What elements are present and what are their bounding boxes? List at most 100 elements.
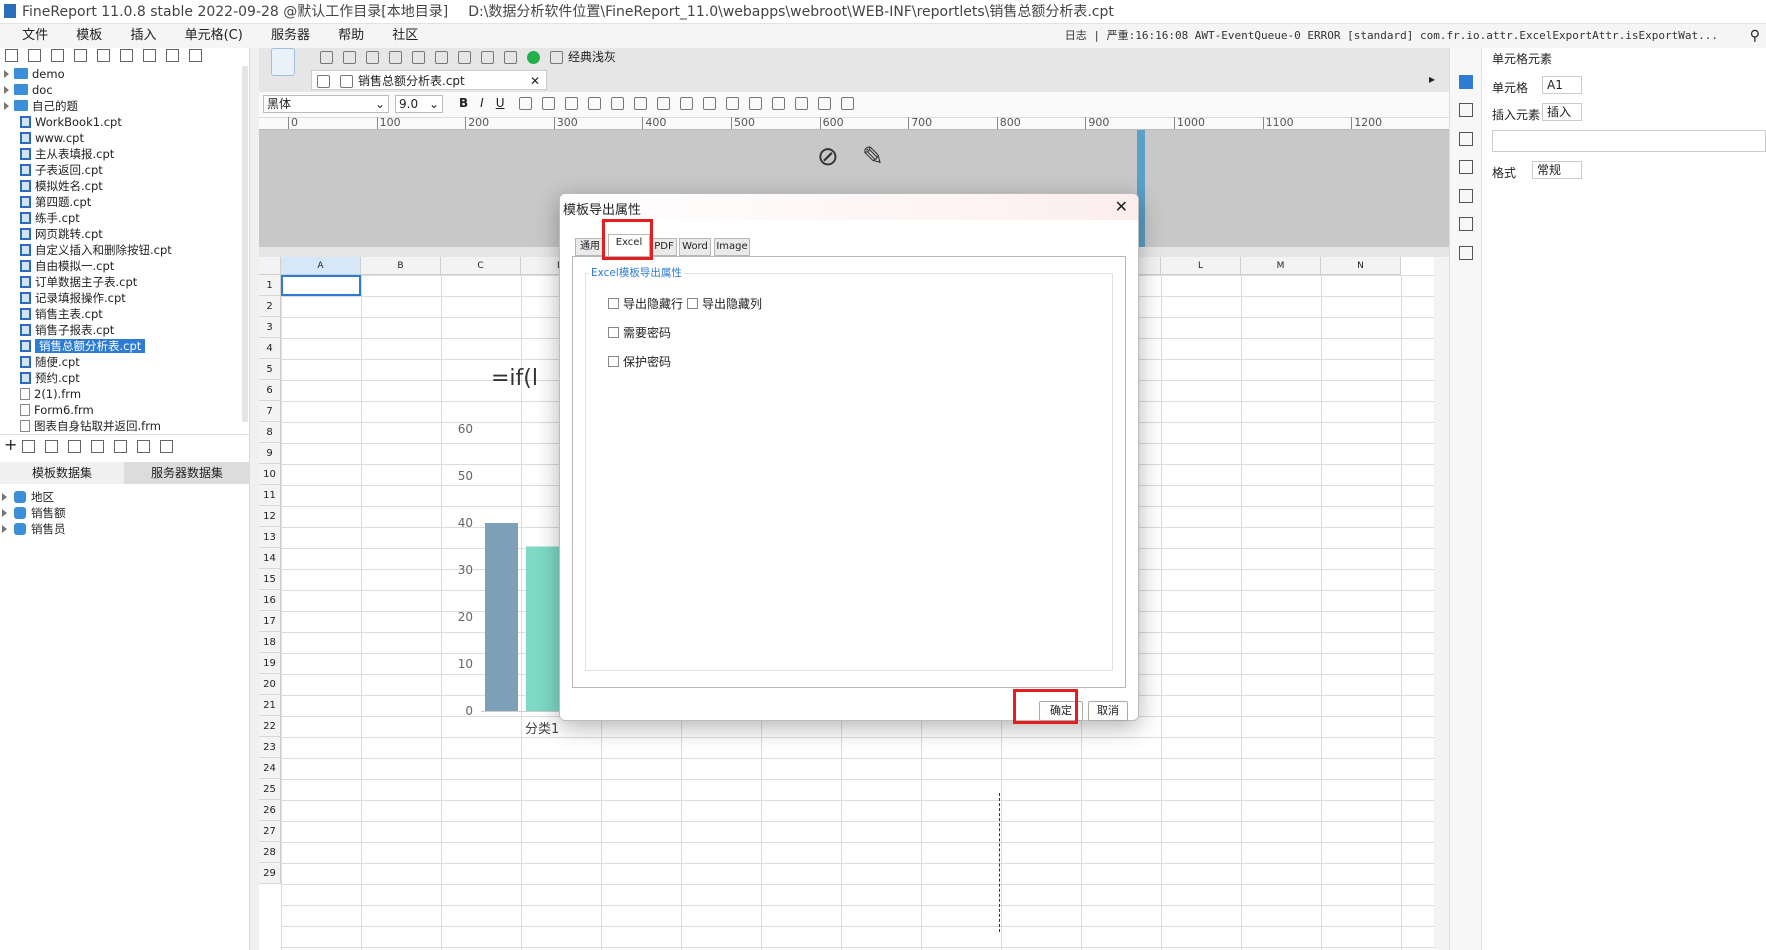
check-icon[interactable]: [527, 51, 540, 64]
protect-password-option[interactable]: 保护密码: [608, 353, 671, 370]
menu-cell[interactable]: 单元格(C): [173, 24, 255, 48]
row-header[interactable]: 11: [259, 485, 281, 506]
cancel-button[interactable]: 取消: [1088, 701, 1128, 721]
unmerge-icon[interactable]: [680, 97, 694, 110]
font-size-select[interactable]: 9.0 ⌄: [395, 95, 443, 113]
insert-chart-icon[interactable]: [749, 97, 763, 110]
font-color-icon[interactable]: [634, 97, 648, 110]
copy-icon[interactable]: [120, 49, 133, 62]
tree-scrollbar[interactable]: [242, 66, 248, 422]
row-header[interactable]: 27: [259, 821, 281, 842]
server-db-icon[interactable]: [137, 440, 151, 453]
collapse-icon[interactable]: [166, 49, 179, 62]
selected-cell-a1[interactable]: [281, 275, 361, 296]
redo-icon[interactable]: [366, 51, 379, 64]
slash-icon[interactable]: [795, 97, 809, 110]
row-header[interactable]: 26: [259, 800, 281, 821]
row-header[interactable]: 23: [259, 737, 281, 758]
theme-icon[interactable]: [550, 51, 563, 64]
column-header[interactable]: M: [1241, 257, 1321, 275]
cell-attr-icon[interactable]: [1459, 103, 1473, 117]
insert-element-field[interactable]: 插入: [1542, 103, 1582, 121]
database-icon[interactable]: [114, 440, 128, 453]
menu-template[interactable]: 模板: [64, 24, 114, 48]
tree-item[interactable]: Form6.frm: [0, 402, 94, 418]
row-header[interactable]: 10: [259, 464, 281, 485]
italic-icon[interactable]: I: [480, 96, 484, 110]
row-header[interactable]: 15: [259, 569, 281, 590]
tree-item[interactable]: 模拟姓名.cpt: [0, 178, 103, 194]
cut-icon[interactable]: [389, 51, 402, 64]
edit-icon[interactable]: [22, 440, 36, 453]
expand-icon[interactable]: [2, 493, 7, 501]
tree-item[interactable]: 销售总额分析表.cpt: [0, 338, 146, 354]
tree-item[interactable]: 自由模拟一.cpt: [0, 258, 114, 274]
row-header[interactable]: 13: [259, 527, 281, 548]
search-tree-icon[interactable]: [189, 49, 202, 62]
tree-item[interactable]: 子表返回.cpt: [0, 162, 103, 178]
border-style-icon[interactable]: [841, 97, 855, 110]
bold-icon[interactable]: B: [459, 96, 468, 110]
row-header[interactable]: 18: [259, 632, 281, 653]
row-header[interactable]: 19: [259, 653, 281, 674]
tree-item[interactable]: 记录填报操作.cpt: [0, 290, 126, 306]
fill-color-icon[interactable]: [611, 97, 625, 110]
tab-menu-icon[interactable]: ▸: [1429, 72, 1435, 86]
row-header[interactable]: 20: [259, 674, 281, 695]
save-icon[interactable]: [320, 51, 333, 64]
row-header[interactable]: 17: [259, 611, 281, 632]
row-header[interactable]: 12: [259, 506, 281, 527]
tree-item[interactable]: 销售主表.cpt: [0, 306, 103, 322]
tree-item[interactable]: 预约.cpt: [0, 370, 80, 386]
menu-help[interactable]: 帮助: [326, 24, 376, 48]
refresh-icon[interactable]: [28, 49, 41, 62]
border-icon[interactable]: [588, 97, 602, 110]
row-header[interactable]: 5: [259, 359, 281, 380]
row-header[interactable]: 4: [259, 338, 281, 359]
menu-community[interactable]: 社区: [380, 24, 430, 48]
close-tab-icon[interactable]: ✕: [530, 71, 540, 91]
dataset-item[interactable]: 地区: [0, 489, 54, 505]
settings-icon[interactable]: [74, 49, 87, 62]
copy-icon[interactable]: [412, 51, 425, 64]
tree-item[interactable]: 销售子报表.cpt: [0, 322, 114, 338]
row-header[interactable]: 14: [259, 548, 281, 569]
tree-item[interactable]: 第四题.cpt: [0, 194, 91, 210]
column-header[interactable]: A: [281, 257, 361, 275]
row-header[interactable]: 2: [259, 296, 281, 317]
format-select[interactable]: 常规: [1532, 161, 1582, 179]
insert-text-icon[interactable]: [703, 97, 717, 110]
dataset-item[interactable]: 销售员: [0, 521, 66, 537]
checkbox[interactable]: [608, 298, 619, 309]
tree-item[interactable]: 网页跳转.cpt: [0, 226, 103, 242]
preview-icon[interactable]: [504, 51, 517, 64]
tree-item[interactable]: 自己的题: [0, 98, 78, 114]
checkbox[interactable]: [608, 327, 619, 338]
add-dataset-icon[interactable]: +: [4, 435, 17, 454]
menu-insert[interactable]: 插入: [118, 24, 168, 48]
row-header[interactable]: 21: [259, 695, 281, 716]
row-header[interactable]: 6: [259, 380, 281, 401]
preview-icon[interactable]: [68, 440, 82, 453]
tree-item[interactable]: 自定义插入和删除按钮.cpt: [0, 242, 172, 258]
align-center-icon[interactable]: [542, 97, 556, 110]
close-icon[interactable]: ✕: [1115, 197, 1128, 216]
widget-icon[interactable]: [1459, 132, 1473, 146]
subreport-icon[interactable]: [818, 97, 832, 110]
row-header[interactable]: 9: [259, 443, 281, 464]
row-header[interactable]: 28: [259, 842, 281, 863]
hyperlink-icon[interactable]: [1459, 189, 1473, 203]
align-left-icon[interactable]: [519, 97, 533, 110]
dataset-search-icon[interactable]: [160, 440, 174, 453]
theme-name[interactable]: 经典浅灰: [568, 50, 616, 64]
tree-item[interactable]: 随便.cpt: [0, 354, 80, 370]
checkbox[interactable]: [608, 356, 619, 367]
tab-general[interactable]: 通用: [575, 238, 605, 256]
log-message[interactable]: 日志 | 严重:16:16:08 AWT-EventQueue-0 ERROR …: [1065, 24, 1718, 48]
expand-icon[interactable]: [2, 509, 7, 517]
export-hidden-rows-option[interactable]: 导出隐藏行: [608, 295, 683, 312]
delete-icon[interactable]: [97, 49, 110, 62]
cell-field[interactable]: A1: [1542, 76, 1582, 94]
row-header[interactable]: 16: [259, 590, 281, 611]
expand-icon[interactable]: [4, 102, 9, 110]
